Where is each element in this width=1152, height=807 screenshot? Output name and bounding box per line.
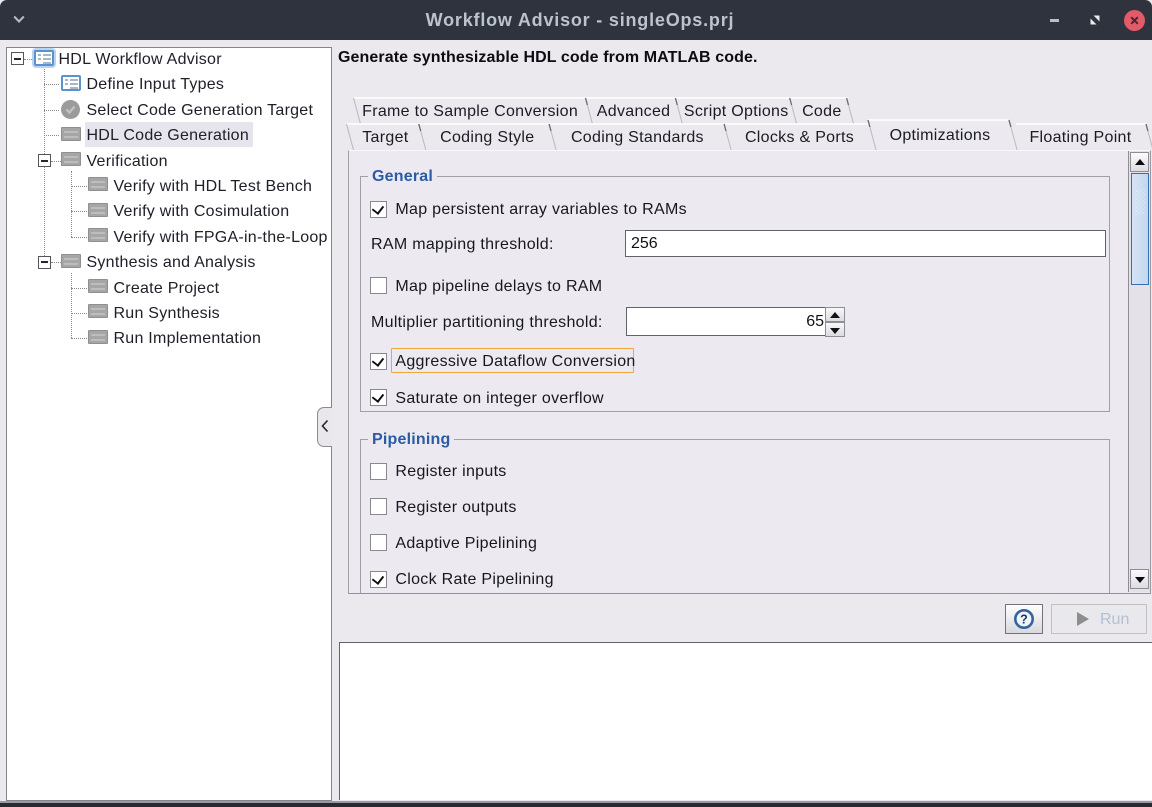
- svg-text:?: ?: [1020, 613, 1028, 627]
